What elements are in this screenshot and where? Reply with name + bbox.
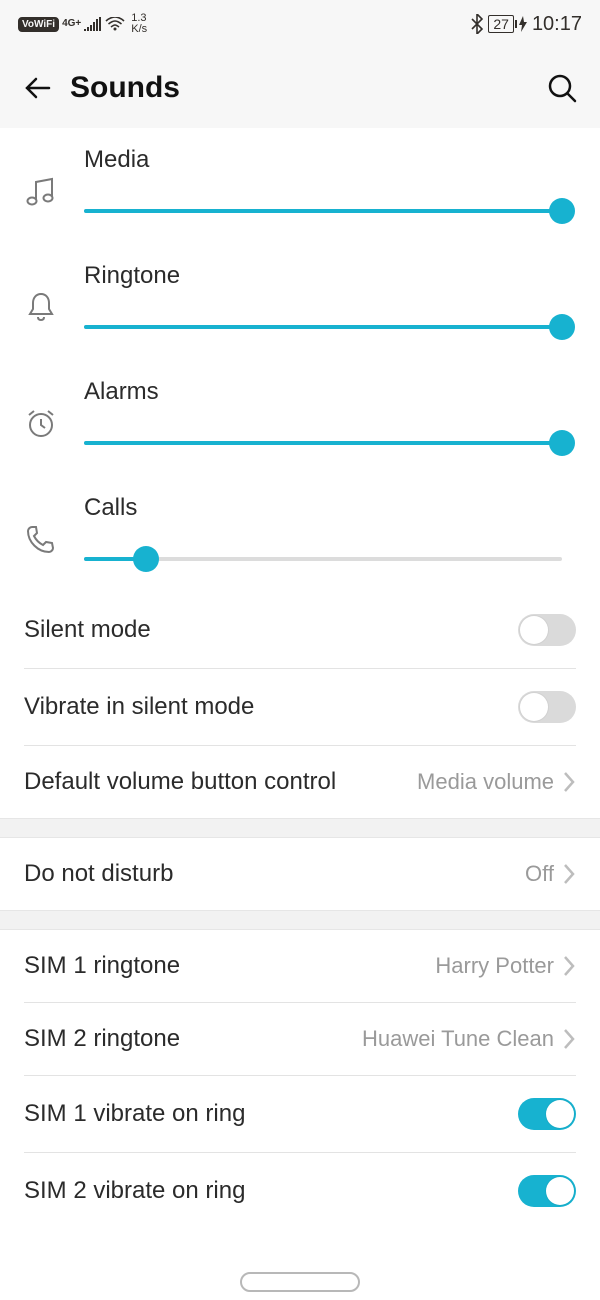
- sim2-vibrate-toggle[interactable]: [518, 1175, 576, 1207]
- sim1-vibrate-label: SIM 1 vibrate on ring: [24, 1100, 245, 1128]
- sim1-vibrate-row[interactable]: SIM 1 vibrate on ring: [0, 1076, 600, 1152]
- charging-icon: [519, 16, 527, 32]
- speed-unit: K/s: [131, 24, 147, 35]
- dnd-label: Do not disturb: [24, 860, 173, 888]
- page-title: Sounds: [70, 71, 180, 105]
- media-slider[interactable]: [84, 198, 562, 224]
- vowifi-badge: VoWiFi: [18, 17, 59, 32]
- search-icon: [547, 73, 577, 103]
- media-label: Media: [84, 146, 562, 174]
- bluetooth-icon: [471, 14, 483, 34]
- sim2-ringtone-label: SIM 2 ringtone: [24, 1025, 180, 1053]
- dnd-row[interactable]: Do not disturb Off: [0, 838, 600, 910]
- alarms-label: Alarms: [84, 378, 562, 406]
- vibrate-silent-label: Vibrate in silent mode: [24, 693, 254, 721]
- battery-level: 27: [488, 15, 514, 33]
- ringtone-slider[interactable]: [84, 314, 562, 340]
- back-button[interactable]: [18, 68, 58, 108]
- sim2-vibrate-row[interactable]: SIM 2 vibrate on ring: [0, 1153, 600, 1207]
- calls-label: Calls: [84, 494, 562, 522]
- arrow-left-icon: [22, 72, 54, 104]
- alarms-slider-row: Alarms: [0, 360, 600, 476]
- default-volume-value: Media volume: [417, 769, 554, 795]
- status-bar: VoWiFi 4G+ 1.3 K/s 27 10:17: [0, 0, 600, 48]
- ringtone-label: Ringtone: [84, 262, 562, 290]
- sim2-vibrate-label: SIM 2 vibrate on ring: [24, 1177, 245, 1205]
- signal-icon: [84, 17, 102, 31]
- wifi-icon: [105, 17, 125, 31]
- sim1-ringtone-row[interactable]: SIM 1 ringtone Harry Potter: [0, 930, 600, 1002]
- chevron-right-icon: [562, 771, 576, 793]
- network-type: 4G+: [62, 19, 81, 29]
- music-icon: [24, 174, 58, 208]
- sim1-vibrate-toggle[interactable]: [518, 1098, 576, 1130]
- silent-mode-row[interactable]: Silent mode: [0, 592, 600, 668]
- silent-mode-label: Silent mode: [24, 616, 151, 644]
- sim1-ringtone-label: SIM 1 ringtone: [24, 952, 180, 980]
- header: Sounds: [0, 48, 600, 128]
- alarm-icon: [24, 406, 58, 440]
- media-slider-row: Media: [0, 128, 600, 244]
- calls-slider-row: Calls: [0, 476, 600, 592]
- default-volume-row[interactable]: Default volume button control Media volu…: [0, 746, 600, 818]
- sim1-ringtone-value: Harry Potter: [435, 953, 554, 979]
- vibrate-silent-toggle[interactable]: [518, 691, 576, 723]
- chevron-right-icon: [562, 863, 576, 885]
- calls-slider[interactable]: [84, 546, 562, 572]
- alarms-slider[interactable]: [84, 430, 562, 456]
- search-button[interactable]: [542, 68, 582, 108]
- ringtone-slider-row: Ringtone: [0, 244, 600, 360]
- phone-icon: [24, 522, 58, 556]
- default-volume-label: Default volume button control: [24, 768, 336, 796]
- silent-mode-toggle[interactable]: [518, 614, 576, 646]
- dnd-value: Off: [525, 861, 554, 887]
- chevron-right-icon: [562, 1028, 576, 1050]
- clock: 10:17: [532, 13, 582, 36]
- sim2-ringtone-value: Huawei Tune Clean: [362, 1026, 554, 1052]
- bell-icon: [24, 290, 58, 324]
- chevron-right-icon: [562, 955, 576, 977]
- vibrate-silent-row[interactable]: Vibrate in silent mode: [0, 669, 600, 745]
- sim2-ringtone-row[interactable]: SIM 2 ringtone Huawei Tune Clean: [0, 1003, 600, 1075]
